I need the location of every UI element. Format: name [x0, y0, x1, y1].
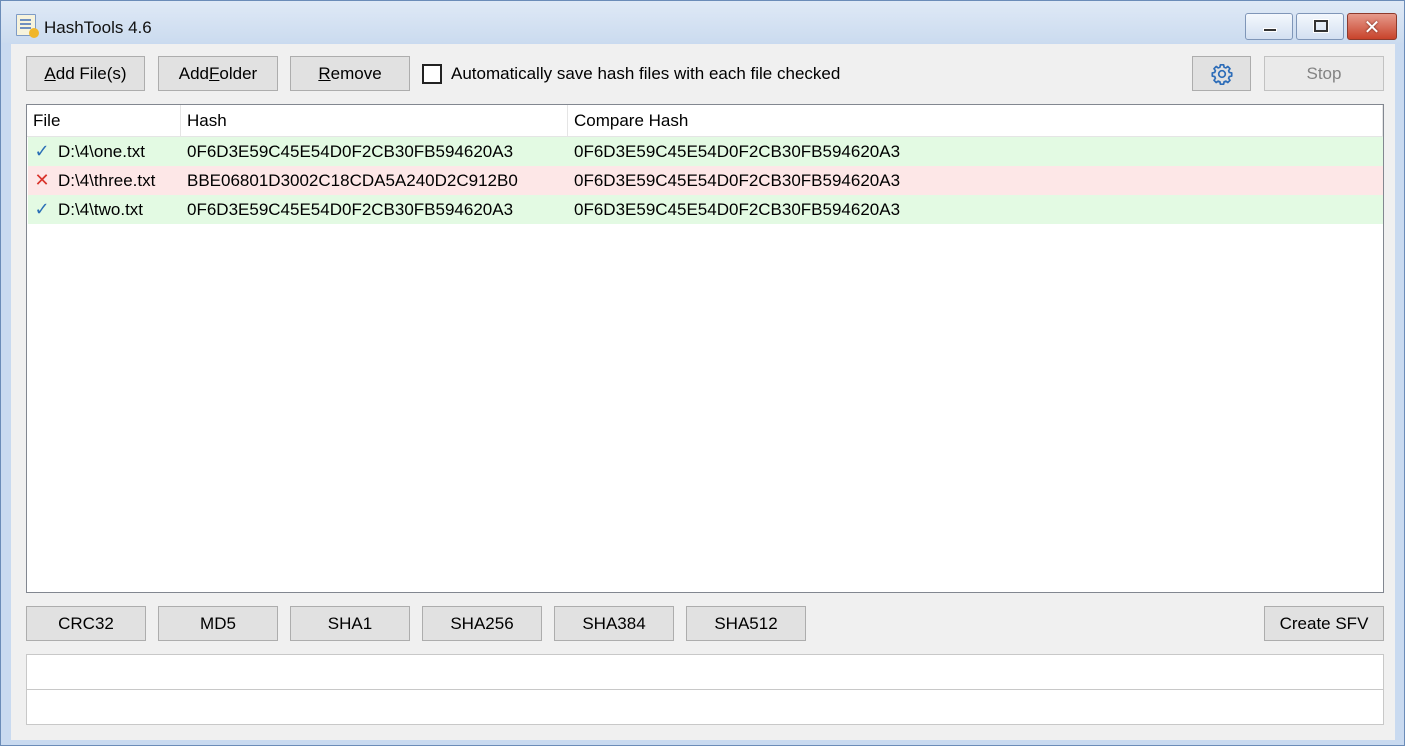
add-folder-mnemonic: F — [209, 63, 220, 83]
add-folder-label-pre: Add — [178, 63, 210, 83]
add-folder-label-post: older — [219, 63, 258, 83]
sha256-button[interactable]: SHA256 — [422, 606, 542, 641]
app-window: HashTools 4.6 ✕ Add File(s) Add Folder R… — [0, 0, 1405, 746]
table-row[interactable]: ✓ D:\4\one.txt 0F6D3E59C45E54D0F2CB30FB5… — [28, 137, 1383, 166]
add-files-button[interactable]: Add File(s) — [26, 56, 145, 91]
create-sfv-button[interactable]: Create SFV — [1264, 606, 1384, 641]
maximize-button[interactable] — [1296, 13, 1344, 40]
hash-cell: BBE06801D3002C18CDA5A240D2C912B0 — [187, 170, 518, 190]
file-cell: D:\4\one.txt — [58, 141, 145, 161]
sha512-button[interactable]: SHA512 — [686, 606, 806, 641]
list-header: File Hash Compare Hash — [27, 105, 1383, 137]
close-button[interactable]: ✕ — [1347, 13, 1397, 40]
column-header-hash[interactable]: Hash — [181, 105, 568, 137]
stop-button[interactable]: Stop — [1264, 56, 1384, 91]
compare-hash-cell: 0F6D3E59C45E54D0F2CB30FB594620A3 — [574, 199, 901, 219]
column-header-file[interactable]: File — [27, 105, 181, 137]
maximize-icon — [1314, 20, 1328, 32]
cross-icon: ✕ — [34, 170, 50, 191]
client-area: Add File(s) Add Folder Remove Automatica… — [11, 44, 1395, 740]
file-cell: D:\4\two.txt — [58, 199, 144, 219]
auto-save-checkbox[interactable] — [422, 64, 442, 84]
remove-label-post: emove — [330, 63, 382, 83]
remove-mnemonic: R — [318, 63, 331, 83]
status-field-2 — [26, 689, 1384, 725]
check-icon: ✓ — [34, 199, 50, 220]
window-title: HashTools 4.6 — [44, 18, 152, 37]
md5-button[interactable]: MD5 — [158, 606, 278, 641]
sha1-button[interactable]: SHA1 — [290, 606, 410, 641]
sha384-button[interactable]: SHA384 — [554, 606, 674, 641]
hash-cell: 0F6D3E59C45E54D0F2CB30FB594620A3 — [187, 141, 514, 161]
gear-icon — [1210, 63, 1233, 85]
file-cell: D:\4\three.txt — [58, 170, 156, 190]
status-field-1 — [26, 654, 1384, 690]
app-icon — [16, 14, 39, 38]
compare-hash-cell: 0F6D3E59C45E54D0F2CB30FB594620A3 — [574, 141, 901, 161]
add-files-mnemonic: A — [44, 63, 56, 83]
table-row[interactable]: ✕ D:\4\three.txt BBE06801D3002C18CDA5A24… — [28, 166, 1383, 195]
settings-button[interactable] — [1192, 56, 1251, 91]
minimize-icon — [1263, 28, 1277, 32]
column-header-compare-hash[interactable]: Compare Hash — [568, 105, 1383, 137]
table-row[interactable]: ✓ D:\4\two.txt 0F6D3E59C45E54D0F2CB30FB5… — [28, 195, 1383, 224]
add-folder-button[interactable]: Add Folder — [158, 56, 278, 91]
close-icon: ✕ — [1363, 15, 1381, 39]
compare-hash-cell: 0F6D3E59C45E54D0F2CB30FB594620A3 — [574, 170, 901, 190]
title-bar[interactable]: HashTools 4.6 ✕ — [1, 1, 1404, 43]
minimize-button[interactable] — [1245, 13, 1293, 40]
auto-save-label: Automatically save hash files with each … — [451, 64, 841, 83]
remove-button[interactable]: Remove — [290, 56, 410, 91]
check-icon: ✓ — [34, 141, 50, 162]
file-list[interactable]: File Hash Compare Hash ✓ D:\4\one.txt 0F… — [26, 104, 1384, 593]
crc32-button[interactable]: CRC32 — [26, 606, 146, 641]
add-files-label-post: dd File(s) — [55, 63, 127, 83]
auto-save-option[interactable]: Automatically save hash files with each … — [422, 62, 840, 86]
hash-cell: 0F6D3E59C45E54D0F2CB30FB594620A3 — [187, 199, 514, 219]
